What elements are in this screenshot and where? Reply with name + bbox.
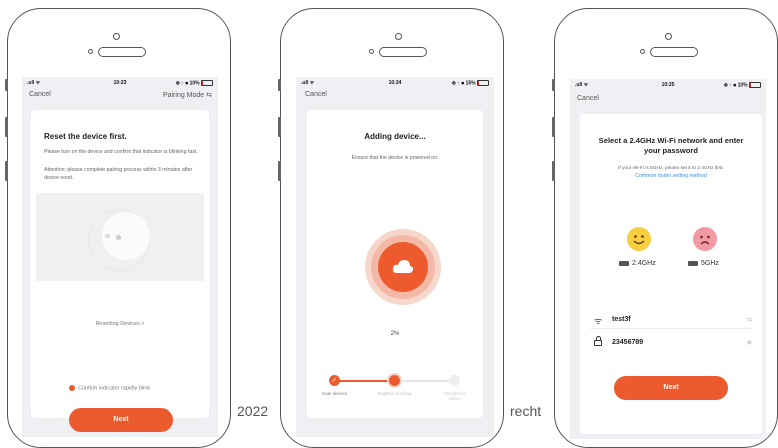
reset-card: Reset the device first. Please turn on t… [31, 110, 209, 432]
volume-down-button [552, 161, 555, 181]
pairing-mode-button[interactable]: Pairing Mode ⇆ [163, 91, 212, 99]
page-title: Select a 2.4GHz Wi-Fi network and enter … [598, 136, 744, 155]
mute-switch [5, 79, 8, 91]
wifi-card: Select a 2.4GHz Wi-Fi network and enter … [580, 114, 762, 434]
screen-3: .ull ᯤ 10:25 ⊕ ↑ ■ 10% Cancel Select a 2… [570, 79, 766, 439]
step-label-register: Register on Cloud. [377, 391, 413, 396]
status-indicators: ⊕ ↑ ■ 15% [451, 80, 476, 87]
step-active-icon [389, 375, 400, 386]
status-right: ⊕ ↑ ■ 10% [724, 82, 761, 88]
device-led [116, 235, 121, 240]
earpiece-speaker [98, 47, 146, 57]
router-icon [688, 260, 698, 266]
step-label-scan: Scan devices. [321, 391, 349, 396]
router-setting-link[interactable]: Common router setting method [580, 173, 762, 179]
confirm-checkbox-row[interactable]: Confirm indicator rapidly blink [69, 385, 150, 391]
battery-icon [749, 82, 761, 88]
cloud-icon [392, 260, 414, 273]
step-pending-icon [449, 375, 460, 386]
status-bar: .ull ᯤ 10:23 ⊕ ↑ ■ 10% [22, 79, 218, 89]
wifi-icon: ᯤ [594, 316, 603, 326]
footer-year-text: 2022 [235, 403, 271, 419]
sensor-dot [640, 49, 645, 54]
cancel-button[interactable]: Cancel [29, 91, 51, 98]
checkbox-checked-icon[interactable] [69, 385, 75, 391]
next-button[interactable]: Next [69, 408, 173, 432]
power-hint: Ensure that the device is powered on. [351, 155, 439, 161]
earpiece-speaker [379, 47, 427, 57]
wifi-name-value[interactable]: test3f [612, 316, 631, 323]
step-line-done [334, 380, 392, 382]
volume-down-button [278, 161, 281, 181]
router-5-row: 5GHz [688, 260, 719, 267]
switch-network-icon[interactable]: ⇆ [747, 316, 752, 323]
battery-icon [477, 80, 489, 86]
wifi-name-row[interactable]: ᯤ test3f ⇆ [590, 314, 752, 329]
front-camera [395, 33, 402, 40]
router-icon [619, 260, 629, 266]
front-camera [665, 33, 672, 40]
status-bar: .ull ᯤ 10:25 ⊕ ↑ ■ 10% [570, 81, 766, 91]
adding-card: Adding device... Ensure that the device … [307, 110, 483, 418]
sensor-dot [369, 49, 374, 54]
sensor-dot [88, 49, 93, 54]
mute-switch [278, 79, 281, 91]
step-done-icon: ✓ [329, 375, 340, 386]
resetting-devices-link[interactable]: Resetting Devices > [31, 321, 209, 327]
page-title: Adding device... [364, 132, 426, 141]
password-value[interactable]: 23456789 [612, 339, 643, 346]
band-24-label: 2.4GHz [632, 260, 656, 267]
instruction-text: Please turn on the device and confirm th… [44, 149, 198, 155]
smile-face-features [633, 235, 645, 245]
status-right: ⊕ ↑ ■ 15% [452, 80, 489, 86]
screen-1: .ull ᯤ 10:23 ⊕ ↑ ■ 10% Cancel Pairing Mo… [22, 77, 218, 437]
phone-frame-2: .ull ᯤ 10:24 ⊕ ↑ ■ 15% Cancel Adding dev… [278, 8, 504, 448]
cancel-button[interactable]: Cancel [305, 91, 327, 98]
show-password-icon[interactable]: ◉ [747, 339, 752, 346]
band-5-label: 5GHz [701, 260, 719, 267]
volume-up-button [552, 117, 555, 137]
attention-text: Attention: please complete pairing proce… [44, 167, 193, 181]
next-button[interactable]: Next [614, 376, 728, 400]
volume-down-button [5, 161, 8, 181]
status-indicators: ⊕ ↑ ■ 10% [175, 80, 200, 87]
router-24-row: 2.4GHz [619, 260, 656, 267]
device-button [105, 234, 110, 238]
front-camera [113, 33, 120, 40]
status-right: ⊕ ↑ ■ 10% [176, 80, 213, 86]
volume-up-button [278, 117, 281, 137]
step-label-initialize: Initialize the device. [443, 391, 467, 401]
footer-right-text: recht [508, 403, 544, 419]
device-illustration [36, 193, 204, 281]
phone-frame-1: .ull ᯤ 10:23 ⊕ ↑ ■ 10% Cancel Pairing Mo… [5, 8, 231, 448]
password-row[interactable]: 23456789 ◉ [590, 336, 752, 351]
mute-switch [552, 79, 555, 91]
5ghz-hint: If your Wi-Fi is 5GHz, please set it to … [618, 166, 724, 171]
volume-up-button [5, 117, 8, 137]
status-indicators: ⊕ ↑ ■ 10% [723, 82, 748, 89]
progress-percent: 2% [390, 331, 400, 337]
cancel-button[interactable]: Cancel [577, 95, 599, 102]
page-title: Reset the device first. [44, 132, 127, 141]
sad-face-features [700, 235, 710, 245]
status-bar: .ull ᯤ 10:24 ⊕ ↑ ■ 15% [296, 79, 494, 89]
screen-2: .ull ᯤ 10:24 ⊕ ↑ ■ 15% Cancel Adding dev… [296, 77, 494, 437]
confirm-label: Confirm indicator rapidly blink [78, 385, 151, 392]
earpiece-speaker [650, 47, 698, 57]
battery-icon [201, 80, 213, 86]
phone-frame-3: .ull ᯤ 10:25 ⊕ ↑ ■ 10% Cancel Select a 2… [552, 8, 778, 448]
lock-shackle [595, 336, 601, 341]
